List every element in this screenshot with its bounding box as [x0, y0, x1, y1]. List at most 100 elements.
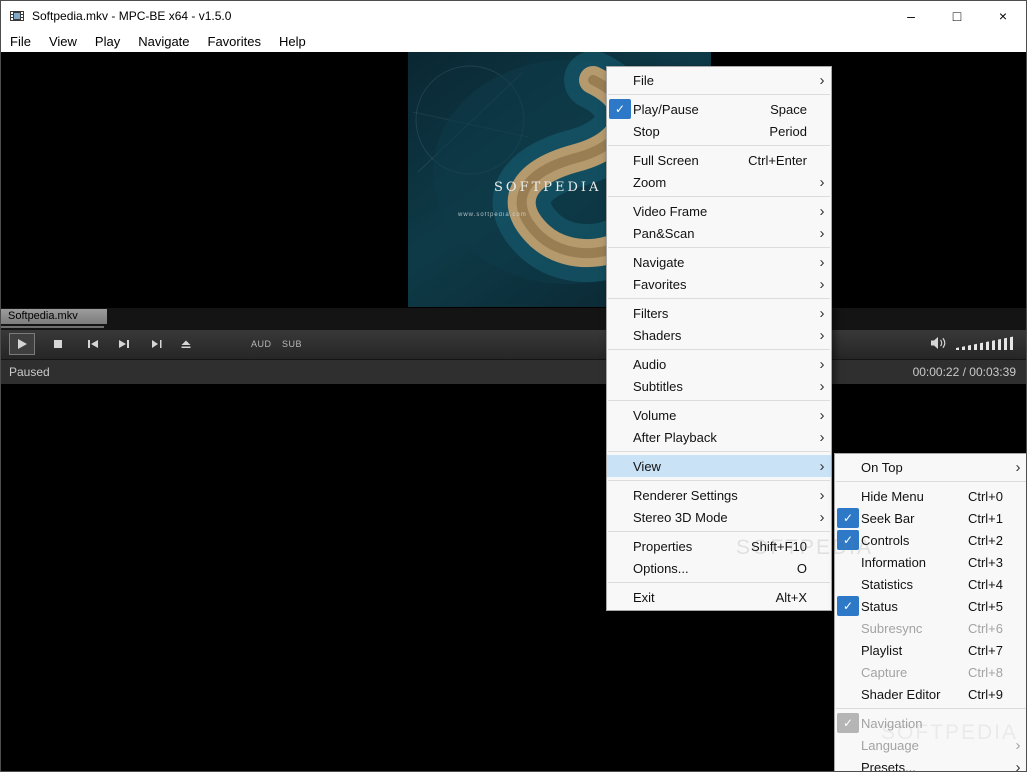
menubar-item-play[interactable]: Play: [86, 34, 129, 49]
previous-button[interactable]: [79, 333, 105, 355]
menu-item-video-frame[interactable]: Video Frame ›: [607, 200, 831, 222]
eject-icon: [181, 340, 191, 348]
menu-item-label: Hide Menu: [861, 488, 924, 504]
volume-slider[interactable]: [956, 336, 1016, 350]
chevron-right-icon: ›: [819, 224, 825, 242]
menubar-item-file[interactable]: File: [1, 34, 40, 49]
menubar-item-view[interactable]: View: [40, 34, 86, 49]
audio-track-label[interactable]: AUD: [251, 339, 272, 349]
menu-item-label: Status: [861, 598, 898, 614]
eject-button[interactable]: [173, 333, 199, 355]
menu-item-label: Volume: [633, 407, 677, 423]
check-icon: ✓: [837, 713, 859, 733]
menu-item-shortcut: Ctrl+7: [967, 642, 1003, 658]
check-spacer: [837, 684, 859, 704]
menu-item-label: Stop: [633, 123, 660, 139]
submenu-item-shader-editor[interactable]: Shader Editor Ctrl+9: [835, 683, 1026, 705]
chevron-right-icon: ›: [819, 275, 825, 293]
menu-item-exit[interactable]: Exit Alt+X: [607, 586, 831, 608]
menu-item-pan-scan[interactable]: Pan&Scan ›: [607, 222, 831, 244]
frame-step-button[interactable]: [143, 333, 169, 355]
video-logo-text: SOFTPEDIA: [494, 180, 602, 195]
status-bar: Paused 00:00:22 / 00:03:39: [1, 359, 1026, 384]
menu-item-label: File: [633, 72, 654, 88]
check-spacer: [837, 486, 859, 506]
minimize-button[interactable]: –: [888, 1, 934, 31]
menu-item-label: Information: [861, 554, 927, 570]
check-spacer: [609, 70, 631, 90]
menu-separator: [608, 400, 830, 401]
menu-item-play-pause[interactable]: ✓ Play/Pause Space: [607, 98, 831, 120]
menu-item-label: Options...: [633, 560, 689, 576]
menu-item-file[interactable]: File ›: [607, 69, 831, 91]
menu-item-label: Controls: [861, 532, 910, 548]
menu-item-shortcut: Ctrl+1: [967, 510, 1003, 526]
submenu-item-status[interactable]: ✓ Status Ctrl+5: [835, 595, 1026, 617]
menu-item-renderer-settings[interactable]: Renderer Settings ›: [607, 484, 831, 506]
submenu-item-playlist[interactable]: Playlist Ctrl+7: [835, 639, 1026, 661]
menu-item-shaders[interactable]: Shaders ›: [607, 324, 831, 346]
skip-back-icon: [87, 340, 98, 348]
check-spacer: [609, 558, 631, 578]
menu-item-label: Stereo 3D Mode: [633, 509, 728, 525]
menu-item-favorites[interactable]: Favorites ›: [607, 273, 831, 295]
menu-separator: [608, 94, 830, 95]
submenu-item-language[interactable]: Language ›: [835, 734, 1026, 756]
window-title: Softpedia.mkv - MPC-BE x64 - v1.5.0: [32, 9, 232, 23]
check-spacer: [609, 427, 631, 447]
menu-separator: [836, 481, 1026, 482]
play-button[interactable]: [9, 333, 35, 355]
submenu-item-controls[interactable]: ✓ Controls Ctrl+2: [835, 529, 1026, 551]
menu-item-after-playback[interactable]: After Playback ›: [607, 426, 831, 448]
menu-item-navigate[interactable]: Navigate ›: [607, 251, 831, 273]
menubar-item-navigate[interactable]: Navigate: [129, 34, 198, 49]
seek-bar[interactable]: [1, 324, 1026, 330]
menu-item-label: Zoom: [633, 174, 667, 190]
menubar-item-favorites[interactable]: Favorites: [199, 34, 270, 49]
menu-item-view[interactable]: View ›: [607, 455, 831, 477]
check-icon: ✓: [837, 596, 859, 616]
next-button[interactable]: [111, 333, 137, 355]
submenu-item-hide-menu[interactable]: Hide Menu Ctrl+0: [835, 485, 1026, 507]
menu-item-volume[interactable]: Volume ›: [607, 404, 831, 426]
menu-item-shortcut: Period: [769, 123, 807, 139]
chevron-right-icon: ›: [819, 202, 825, 220]
submenu-item-on-top[interactable]: On Top ›: [835, 456, 1026, 478]
check-icon: ✓: [837, 530, 859, 550]
check-spacer: [609, 274, 631, 294]
video-area[interactable]: SOFTPEDIA www.softpedia.com: [1, 52, 1026, 307]
tab-softpedia[interactable]: Softpedia.mkv: [1, 309, 107, 325]
menu-item-stereo-3d-mode[interactable]: Stereo 3D Mode ›: [607, 506, 831, 528]
menu-item-stop[interactable]: Stop Period: [607, 120, 831, 142]
menu-item-full-screen[interactable]: Full Screen Ctrl+Enter: [607, 149, 831, 171]
maximize-button[interactable]: □: [934, 1, 980, 31]
check-spacer: [609, 587, 631, 607]
menu-item-audio[interactable]: Audio ›: [607, 353, 831, 375]
submenu-item-statistics[interactable]: Statistics Ctrl+4: [835, 573, 1026, 595]
stop-button[interactable]: [45, 333, 71, 355]
menu-item-zoom[interactable]: Zoom ›: [607, 171, 831, 193]
menu-item-filters[interactable]: Filters ›: [607, 302, 831, 324]
menu-separator: [608, 349, 830, 350]
menu-item-properties[interactable]: Properties Shift+F10: [607, 535, 831, 557]
close-button[interactable]: ×: [980, 1, 1026, 31]
check-icon: ✓: [609, 99, 631, 119]
subtitle-track-label[interactable]: SUB: [282, 339, 302, 349]
check-spacer: [609, 325, 631, 345]
check-icon: ✓: [837, 508, 859, 528]
stop-icon: [54, 340, 62, 348]
menu-separator: [608, 196, 830, 197]
menu-item-options[interactable]: Options... O: [607, 557, 831, 579]
submenu-item-information[interactable]: Information Ctrl+3: [835, 551, 1026, 573]
submenu-item-presets[interactable]: Presets... ›: [835, 756, 1026, 772]
menu-item-label: Navigate: [633, 254, 685, 270]
check-spacer: [609, 201, 631, 221]
chevron-right-icon: ›: [819, 304, 825, 322]
menu-item-shortcut: Ctrl+8: [967, 664, 1003, 680]
submenu-item-seek-bar[interactable]: ✓ Seek Bar Ctrl+1: [835, 507, 1026, 529]
menu-item-shortcut: Alt+X: [775, 589, 807, 605]
volume-icon[interactable]: [930, 336, 946, 350]
menubar-item-help[interactable]: Help: [270, 34, 315, 49]
context-menu: File › ✓ Play/Pause Space Stop Period Fu…: [606, 66, 832, 611]
menu-item-subtitles[interactable]: Subtitles ›: [607, 375, 831, 397]
